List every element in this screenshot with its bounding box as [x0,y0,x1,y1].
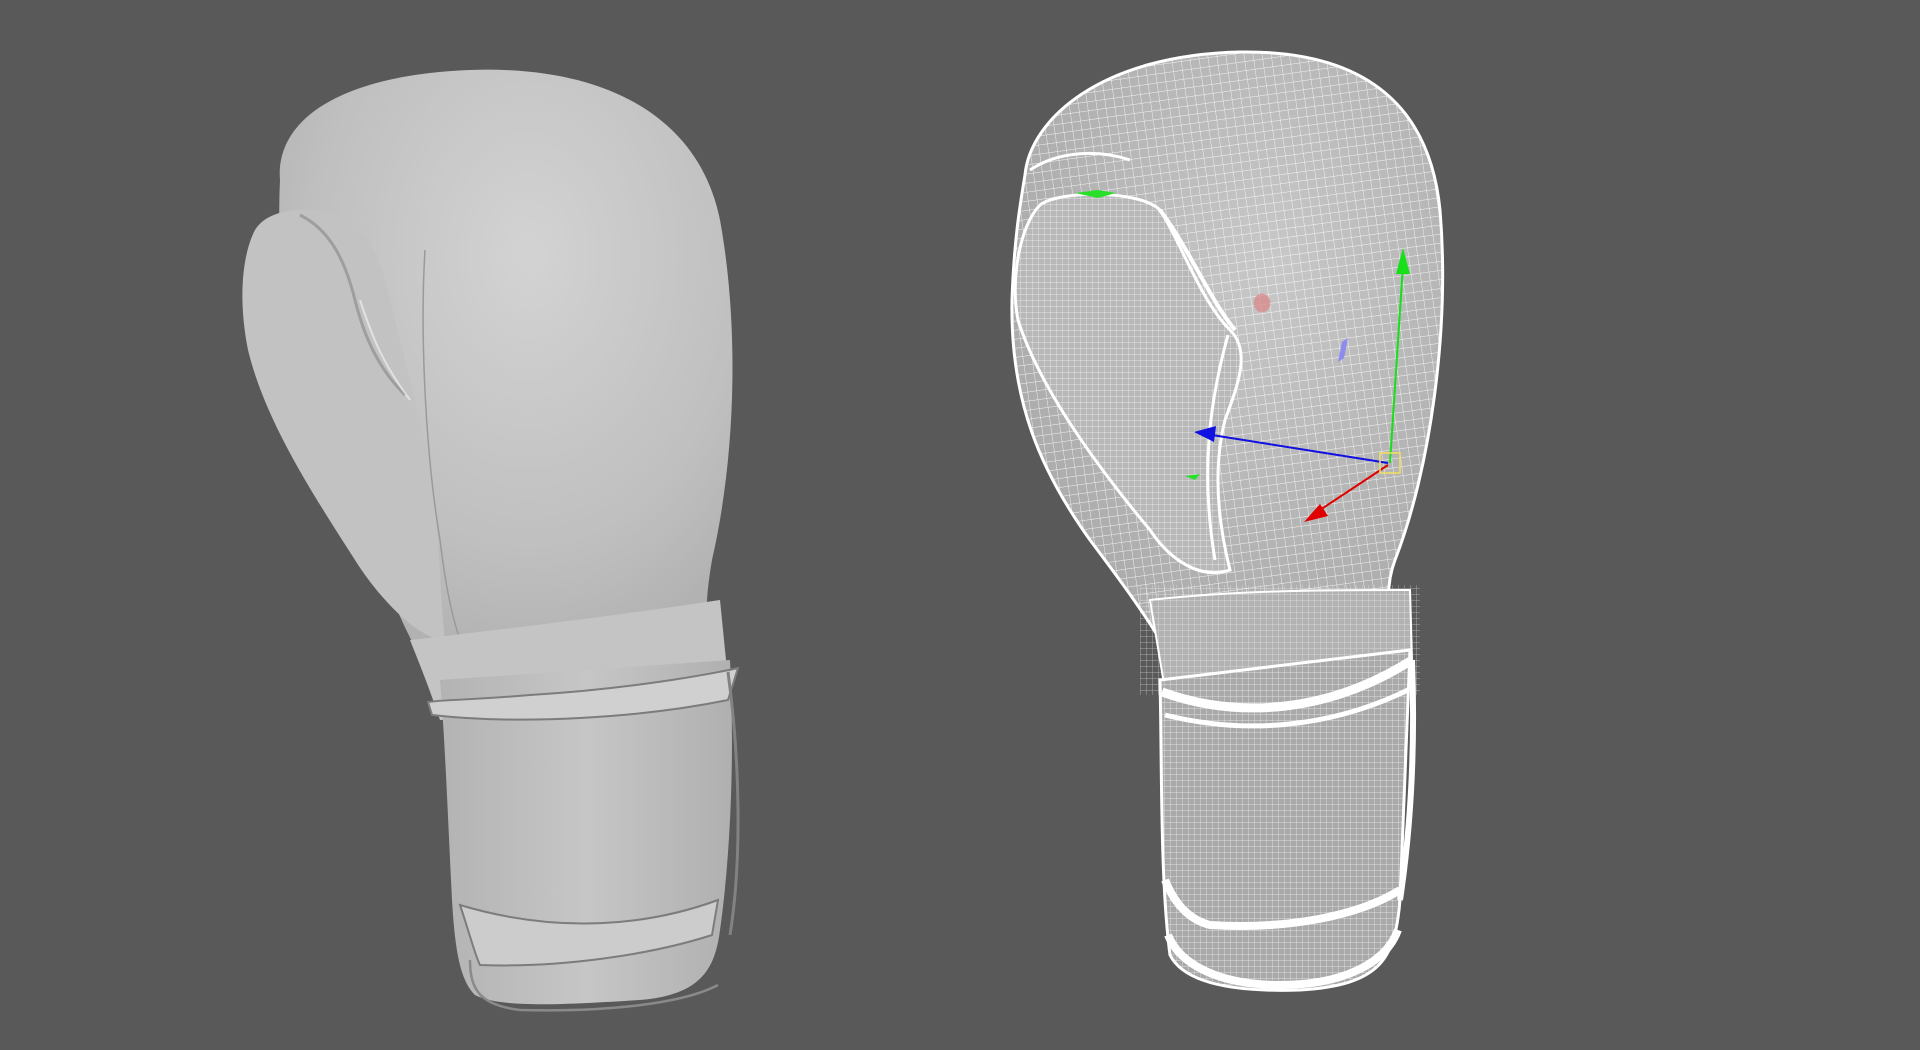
boxing-glove-wireframe[interactable] [1000,40,1460,1000]
pivot-marker-red [1253,293,1271,313]
boxing-glove-shaded[interactable] [242,69,740,1012]
3d-viewport[interactable] [0,0,1920,1050]
